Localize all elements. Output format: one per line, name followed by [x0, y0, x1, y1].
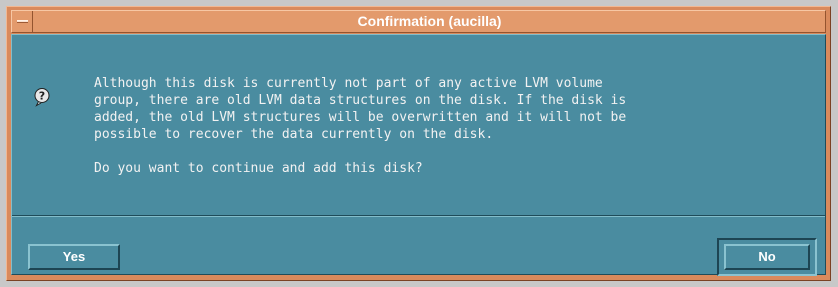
message-line: possible to recover the data currently o… — [94, 127, 494, 142]
question-icon: ? — [34, 88, 50, 107]
message-line: added, the old LVM structures will be ov… — [94, 110, 627, 125]
message-line: Although this disk is currently not part… — [94, 76, 603, 91]
dialog-client-area: ? Although this disk is currently not pa… — [11, 34, 826, 276]
window-title: Confirmation (aucilla) — [357, 13, 502, 29]
message-text: Although this disk is currently not part… — [94, 75, 819, 177]
title-bar[interactable]: Confirmation (aucilla) — [11, 10, 826, 33]
window-menu-button[interactable] — [12, 11, 33, 32]
svg-text:?: ? — [39, 90, 45, 103]
message-line: group, there are old LVM data structures… — [94, 93, 627, 108]
confirmation-dialog: Confirmation (aucilla) ? Although this d… — [6, 6, 831, 281]
message-area: ? Although this disk is currently not pa… — [12, 35, 825, 215]
yes-button[interactable]: Yes — [28, 244, 120, 270]
message-question: Do you want to continue and add this dis… — [94, 161, 423, 176]
separator — [12, 215, 825, 217]
no-button[interactable]: No — [724, 244, 810, 270]
window-menu-icon — [17, 20, 28, 23]
